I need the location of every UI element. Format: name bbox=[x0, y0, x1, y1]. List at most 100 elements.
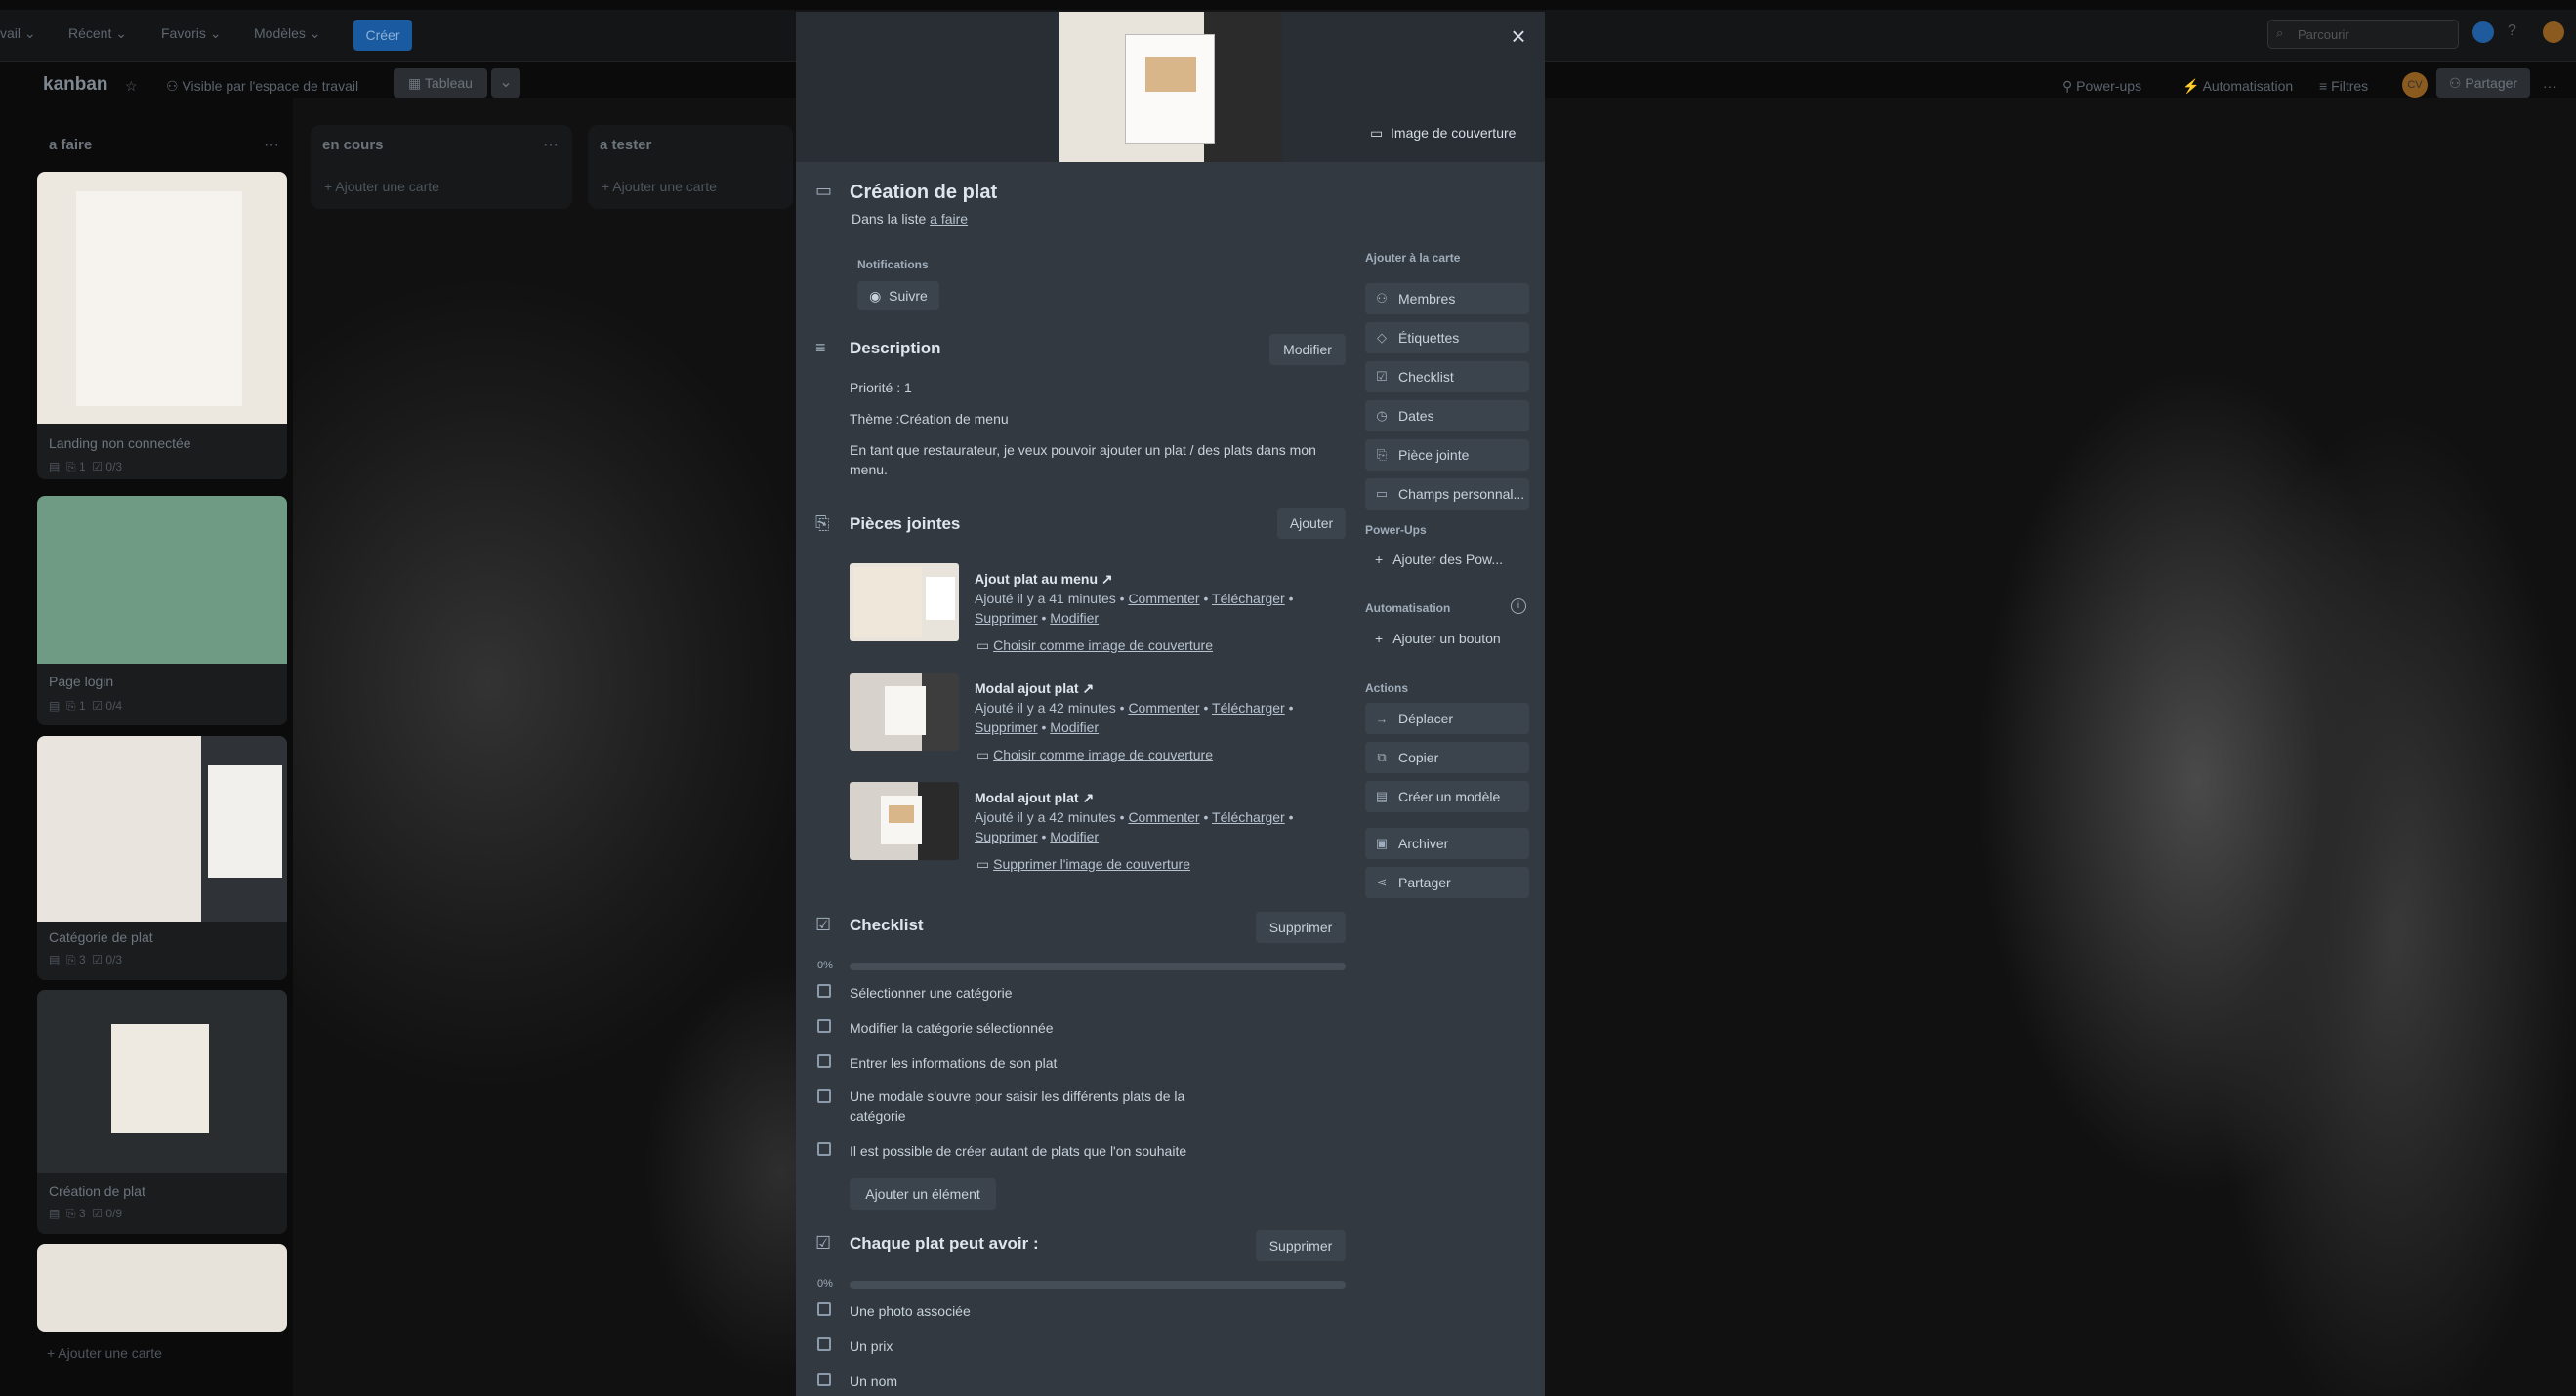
attachment-name[interactable]: Modal ajout plat ↗ bbox=[975, 680, 1094, 697]
checklist-item[interactable]: Un nom bbox=[850, 1374, 897, 1389]
download-link[interactable]: Télécharger bbox=[1212, 700, 1285, 716]
create-button[interactable]: Créer bbox=[353, 20, 412, 51]
checklist-checkbox[interactable] bbox=[817, 1019, 831, 1033]
view-switcher[interactable]: ▦ Tableau bbox=[394, 68, 487, 98]
cover-button[interactable]: ▭ Image de couverture bbox=[1370, 125, 1516, 142]
attachment-thumbnail[interactable] bbox=[850, 782, 959, 860]
checklist-checkbox[interactable] bbox=[817, 1373, 831, 1386]
checklist-item[interactable]: Entrer les informations de son plat bbox=[850, 1055, 1057, 1071]
edit-link[interactable]: Modifier bbox=[1050, 610, 1099, 626]
checklist-item[interactable]: Sélectionner une catégorie bbox=[850, 985, 1013, 1001]
download-link[interactable]: Télécharger bbox=[1212, 591, 1285, 606]
automation-button[interactable]: ⚡ Automatisation bbox=[2182, 78, 2293, 95]
checklist-item[interactable]: Un prix bbox=[850, 1338, 893, 1354]
card[interactable]: Création de plat ▤ ⎘ 3 ☑ 0/9 bbox=[37, 990, 287, 1234]
comment-link[interactable]: Commenter bbox=[1128, 591, 1199, 606]
checklist-checkbox[interactable] bbox=[817, 1142, 831, 1156]
create-template-button[interactable]: ▤ Créer un modèle bbox=[1365, 781, 1529, 812]
description-line: Priorité : 1 bbox=[850, 380, 912, 395]
members-button[interactable]: ⚇ Membres bbox=[1365, 283, 1529, 314]
chevron-down-icon[interactable]: ⌄ bbox=[491, 68, 520, 98]
download-link[interactable]: Télécharger bbox=[1212, 809, 1285, 825]
add-button-button[interactable]: + Ajouter un bouton bbox=[1365, 623, 1529, 654]
list-title[interactable]: en cours bbox=[322, 137, 384, 153]
card[interactable]: Page login ▤ ⎘ 1 ☑ 0/4 bbox=[37, 496, 287, 725]
add-checklist-item-button[interactable]: Ajouter un élément bbox=[850, 1178, 996, 1210]
cover-action[interactable]: ▭ Choisir comme image de couverture bbox=[976, 747, 1213, 763]
checklist-item-continued[interactable]: catégorie bbox=[850, 1108, 906, 1124]
edit-description-button[interactable]: Modifier bbox=[1269, 334, 1346, 365]
star-icon[interactable]: ☆ bbox=[125, 78, 138, 95]
add-card-button[interactable]: + Ajouter une carte bbox=[324, 179, 439, 194]
checklist-checkbox[interactable] bbox=[817, 1337, 831, 1351]
member-avatar[interactable]: CV bbox=[2402, 72, 2428, 98]
card[interactable]: Catégorie de plat ▤ ⎘ 3 ☑ 0/3 bbox=[37, 736, 287, 980]
delete-link[interactable]: Supprimer bbox=[975, 829, 1038, 844]
checklist-button[interactable]: ☑ Checklist bbox=[1365, 361, 1529, 392]
description-line: Thème :Création de menu bbox=[850, 411, 1009, 427]
cover-action[interactable]: ▭ Choisir comme image de couverture bbox=[976, 637, 1213, 654]
card[interactable] bbox=[37, 1244, 287, 1332]
comment-link[interactable]: Commenter bbox=[1128, 809, 1199, 825]
share-button[interactable]: ⚇ Partager bbox=[2436, 68, 2530, 98]
card-title[interactable]: Création de plat bbox=[850, 182, 997, 204]
notifications-label: Notifications bbox=[857, 258, 929, 271]
copy-button[interactable]: ⧉ Copier bbox=[1365, 742, 1529, 773]
delete-checklist-button[interactable]: Supprimer bbox=[1256, 1230, 1346, 1261]
checklist-item[interactable]: Il est possible de créer autant de plats… bbox=[850, 1143, 1186, 1159]
share-icon: ⋖ bbox=[1376, 875, 1388, 889]
thumb-shape bbox=[885, 686, 926, 735]
board-title[interactable]: kanban bbox=[43, 74, 108, 96]
archive-button[interactable]: ▣ Archiver bbox=[1365, 828, 1529, 859]
workspace-menu[interactable]: vail ⌄ bbox=[0, 25, 36, 42]
info-icon[interactable]: i bbox=[1511, 598, 1526, 614]
recent-menu[interactable]: Récent ⌄ bbox=[68, 25, 127, 42]
checklist-checkbox[interactable] bbox=[817, 1302, 831, 1316]
checklist-item[interactable]: Une modale s'ouvre pour saisir les diffé… bbox=[850, 1088, 1184, 1104]
templates-menu[interactable]: Modèles ⌄ bbox=[254, 25, 321, 42]
card[interactable]: Landing non connectée ▤ ⎘ 1 ☑ 0/3 bbox=[37, 172, 287, 479]
add-card-button[interactable]: + Ajouter une carte bbox=[602, 179, 717, 194]
powerups-button[interactable]: ⚲ Power-ups bbox=[2062, 78, 2141, 95]
attachment-name[interactable]: Modal ajout plat ↗ bbox=[975, 790, 1094, 806]
delete-link[interactable]: Supprimer bbox=[975, 719, 1038, 735]
cover-action[interactable]: ▭ Supprimer l'image de couverture bbox=[976, 856, 1190, 873]
attachment-name[interactable]: Ajout plat au menu ↗ bbox=[975, 571, 1113, 588]
more-icon[interactable]: ··· bbox=[2543, 78, 2556, 94]
add-attachment-button[interactable]: Ajouter bbox=[1277, 508, 1346, 539]
list-title[interactable]: a faire bbox=[49, 137, 92, 153]
comment-link[interactable]: Commenter bbox=[1128, 700, 1199, 716]
attachment-thumbnail[interactable] bbox=[850, 563, 959, 641]
list-title[interactable]: a tester bbox=[600, 137, 651, 153]
visibility-button[interactable]: ⚇ Visible par l'espace de travail bbox=[166, 78, 358, 95]
avatar[interactable] bbox=[2543, 21, 2564, 43]
list-menu-icon[interactable]: ··· bbox=[543, 137, 559, 154]
checklist-checkbox[interactable] bbox=[817, 1089, 831, 1103]
checklist-item[interactable]: Une photo associée bbox=[850, 1303, 971, 1319]
share-button[interactable]: ⋖ Partager bbox=[1365, 867, 1529, 898]
custom-fields-button[interactable]: ▭ Champs personnal... bbox=[1365, 478, 1529, 510]
list-menu-icon[interactable]: ··· bbox=[264, 137, 279, 154]
help-icon[interactable]: ? bbox=[2508, 22, 2516, 40]
close-icon[interactable]: × bbox=[1504, 21, 1533, 51]
labels-button[interactable]: ◇ Étiquettes bbox=[1365, 322, 1529, 353]
edit-link[interactable]: Modifier bbox=[1050, 719, 1099, 735]
attachment-button[interactable]: ⎘ Pièce jointe bbox=[1365, 439, 1529, 471]
delete-link[interactable]: Supprimer bbox=[975, 610, 1038, 626]
add-powerups-button[interactable]: + Ajouter des Pow... bbox=[1365, 544, 1529, 575]
checklist-checkbox[interactable] bbox=[817, 1054, 831, 1068]
follow-button[interactable]: ◉ Suivre bbox=[857, 281, 939, 310]
add-card-button[interactable]: + Ajouter une carte bbox=[47, 1345, 162, 1361]
checklist-checkbox[interactable] bbox=[817, 984, 831, 998]
list-link[interactable]: a faire bbox=[930, 211, 968, 226]
checklist-item[interactable]: Modifier la catégorie sélectionnée bbox=[850, 1020, 1054, 1036]
move-button[interactable]: → Déplacer bbox=[1365, 703, 1529, 734]
favorites-menu[interactable]: Favoris ⌄ bbox=[161, 25, 222, 42]
filters-button[interactable]: ≡ Filtres bbox=[2319, 78, 2368, 94]
dates-button[interactable]: ◷ Dates bbox=[1365, 400, 1529, 431]
attachment-thumbnail[interactable] bbox=[850, 673, 959, 751]
edit-link[interactable]: Modifier bbox=[1050, 829, 1099, 844]
notification-icon[interactable] bbox=[2472, 21, 2494, 43]
delete-checklist-button[interactable]: Supprimer bbox=[1256, 912, 1346, 943]
search-input[interactable]: Parcourir bbox=[2267, 20, 2459, 49]
